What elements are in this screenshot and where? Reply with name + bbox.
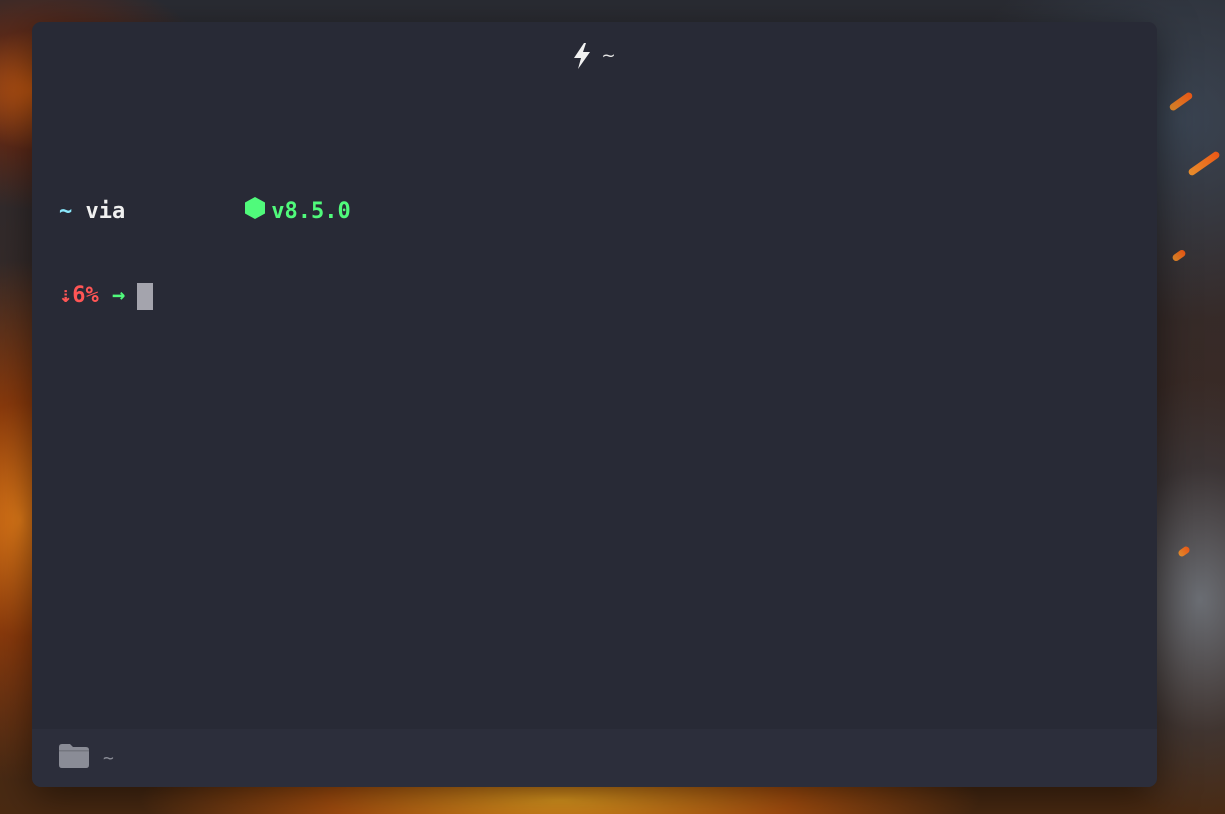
prompt-via: via xyxy=(85,199,126,224)
prompt-line-1: ~ via v8.5.0 xyxy=(59,197,351,226)
prompt-line-2[interactable]: ⇣6% → xyxy=(59,282,351,310)
title-bar[interactable]: ~ xyxy=(32,22,1157,90)
prompt-arrow: → xyxy=(112,283,126,308)
ember-decoration xyxy=(1168,91,1194,112)
current-directory: ~ xyxy=(103,747,114,769)
lightning-bolt-icon xyxy=(573,43,591,69)
node-hexagon-icon xyxy=(139,169,266,255)
text-cursor[interactable] xyxy=(137,282,154,310)
ember-decoration xyxy=(1171,248,1187,263)
prompt-directory: ~ xyxy=(59,199,73,224)
ember-decoration xyxy=(1187,150,1221,177)
window-title: ~ xyxy=(601,46,616,66)
battery-indicator: ⇣6% xyxy=(59,283,99,308)
status-bar: ~ xyxy=(32,729,1157,787)
terminal-window[interactable]: ~ ~ via v8.5.0 ⇣6% → ~ xyxy=(32,22,1157,787)
ember-decoration xyxy=(1177,545,1191,558)
node-version: v8.5.0 xyxy=(271,199,351,224)
terminal-output[interactable]: ~ via v8.5.0 ⇣6% → xyxy=(59,142,351,366)
folder-icon xyxy=(59,743,89,773)
